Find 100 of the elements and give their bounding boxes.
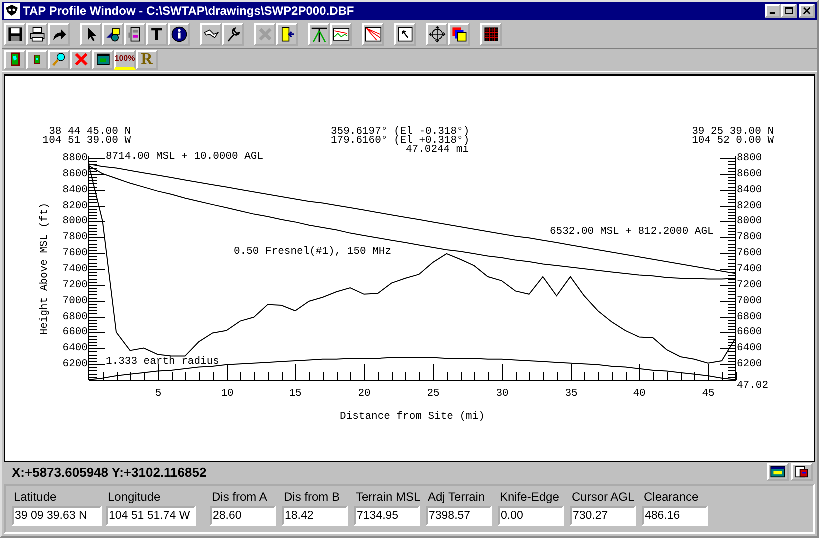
readout-field[interactable]: 28.60 xyxy=(210,506,276,526)
axis-tick-label: 8200 xyxy=(62,200,88,212)
tick-mark xyxy=(364,363,365,380)
pointer-box-icon xyxy=(396,26,414,43)
axis-tick-label: 35 xyxy=(565,388,578,400)
axis-tick-label: 7800 xyxy=(737,231,762,244)
info-button[interactable] xyxy=(168,22,190,46)
readout-field[interactable]: 0.00 xyxy=(498,506,564,526)
minimize-button[interactable] xyxy=(765,4,781,18)
rays-button[interactable] xyxy=(362,22,384,46)
tick-mark xyxy=(88,268,106,270)
readout-field[interactable]: 7398.57 xyxy=(426,506,492,526)
x-icon xyxy=(74,52,88,68)
move-icon xyxy=(428,26,446,43)
window-button[interactable] xyxy=(767,463,789,482)
axis-tick-label: 6200 xyxy=(62,358,88,370)
wrench-button[interactable] xyxy=(222,22,244,46)
tick-mark xyxy=(720,220,736,222)
redo-button[interactable] xyxy=(48,22,70,46)
axis-tick-label: 8400 xyxy=(737,184,762,196)
axis-tick-label: 6400 xyxy=(737,342,762,354)
shapes-icon xyxy=(104,26,122,43)
close-button[interactable] xyxy=(799,4,815,18)
tick-mark xyxy=(88,220,106,222)
grid-button[interactable] xyxy=(480,22,502,46)
antenna-button[interactable] xyxy=(308,22,330,46)
tick-mark xyxy=(571,363,572,380)
field-label: Knife-Edge xyxy=(499,490,560,504)
readout-field[interactable]: 7134.95 xyxy=(354,506,420,526)
axis-tick-label: 7400 xyxy=(62,263,88,276)
field-label: Adj Terrain xyxy=(427,490,486,504)
field-label: Dis from A xyxy=(211,490,268,504)
tick-mark xyxy=(720,268,736,270)
antenna-icon xyxy=(310,26,328,43)
tick-mark xyxy=(88,284,106,286)
zoom-100-button[interactable]: 100% xyxy=(114,50,136,70)
window-icon xyxy=(96,52,110,68)
tick-mark xyxy=(433,363,434,380)
tick-mark xyxy=(720,174,736,175)
axis-tick-label: 6200 xyxy=(737,358,762,370)
tick-mark xyxy=(88,236,106,238)
axis-tick-label: 7000 xyxy=(737,295,762,308)
tick-mark xyxy=(88,158,106,159)
cursor-coordinates: X:+5873.605948 Y:+3102.116852 xyxy=(12,464,208,480)
axis-tick-label: 8800 xyxy=(62,152,88,164)
brush-button[interactable] xyxy=(200,22,222,46)
tick-mark xyxy=(720,206,736,207)
axis-tick-label: 45 xyxy=(702,388,715,400)
maximize-icon xyxy=(784,6,794,15)
axis-tick-label: 8400 xyxy=(62,184,88,196)
profile-button[interactable] xyxy=(330,22,352,46)
tick-mark xyxy=(88,174,106,175)
layers-button[interactable] xyxy=(448,22,470,46)
maximize-button[interactable] xyxy=(781,4,797,18)
readout-field[interactable]: 18.42 xyxy=(282,506,348,526)
lines-icon xyxy=(364,26,382,43)
tick-mark xyxy=(227,363,228,380)
axis-title: Height Above MSL (ft) xyxy=(39,202,51,336)
squares-icon xyxy=(450,26,468,43)
text-button[interactable]: T xyxy=(146,22,168,46)
line-chart-icon xyxy=(332,26,350,43)
select-button[interactable] xyxy=(80,22,102,46)
save-button[interactable] xyxy=(4,22,26,46)
tick-mark xyxy=(639,363,640,380)
print-button[interactable] xyxy=(26,22,48,46)
zoom-box-button[interactable] xyxy=(394,22,416,46)
shapes-button[interactable] xyxy=(102,22,124,46)
window-view-button[interactable] xyxy=(92,50,114,70)
tick-mark xyxy=(720,190,736,191)
readout-field[interactable]: 730.27 xyxy=(570,506,636,526)
tick-mark xyxy=(88,316,106,318)
axis-tick-label: 7400 xyxy=(737,263,762,276)
plot-annotation: 0.50 Fresnel(#1), 150 MHz xyxy=(234,246,392,258)
field-label: Cursor AGL xyxy=(571,490,636,504)
axis-tick-label: 6600 xyxy=(62,326,88,338)
axis-tick-label: 6800 xyxy=(62,311,88,324)
axis-tick-label: 7600 xyxy=(737,247,762,260)
axis-end-label: 47.02 xyxy=(737,380,769,392)
readout-field[interactable]: 104 51 51.74 W xyxy=(106,506,196,526)
map-button[interactable] xyxy=(4,50,26,70)
small-map-button[interactable] xyxy=(26,50,48,70)
readout-field[interactable]: 486.16 xyxy=(642,506,708,526)
axis-tick-label: 25 xyxy=(427,388,440,400)
search-button[interactable] xyxy=(48,50,70,70)
axis-tick-label: 7000 xyxy=(62,295,88,308)
tick-mark xyxy=(88,348,106,349)
axis-tick-label: 6800 xyxy=(737,311,762,324)
axis-tick-label: 30 xyxy=(496,388,509,400)
clear-button[interactable] xyxy=(70,50,92,70)
tick-mark xyxy=(720,252,736,254)
exit-button[interactable] xyxy=(276,22,298,46)
axis-tick-label: 7200 xyxy=(737,279,762,292)
readout-field[interactable]: 39 09 39.63 N xyxy=(12,506,102,526)
cabinet-button[interactable] xyxy=(124,22,146,46)
copy-button[interactable] xyxy=(791,463,813,482)
plot-annotation: 8714.00 MSL + 10.0000 AGL xyxy=(106,150,264,163)
search-icon xyxy=(52,52,66,68)
move-button[interactable] xyxy=(426,22,448,46)
axis-tick-label: 5 xyxy=(155,388,162,400)
tick-mark xyxy=(88,364,106,365)
